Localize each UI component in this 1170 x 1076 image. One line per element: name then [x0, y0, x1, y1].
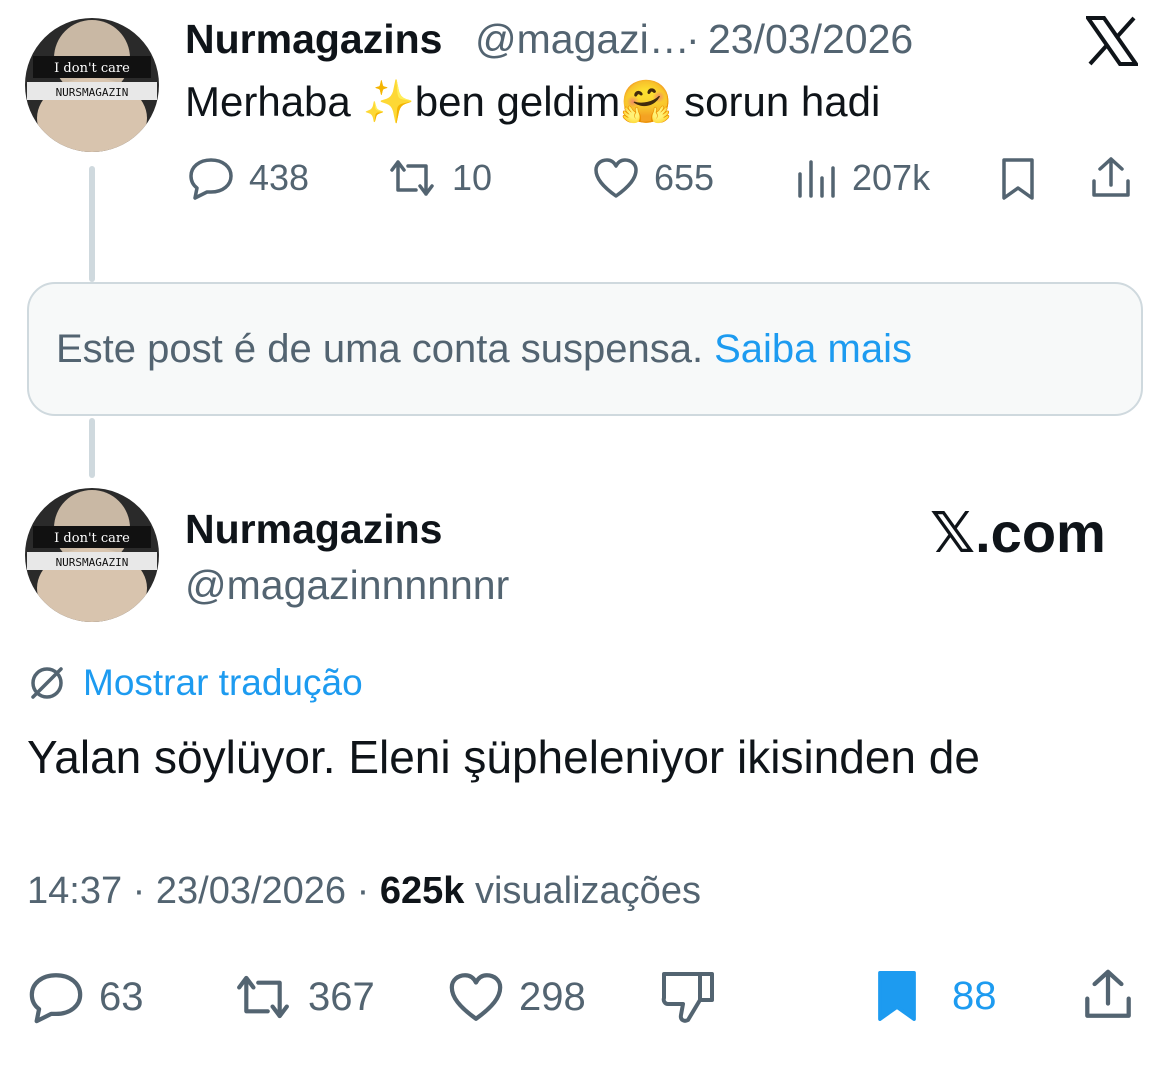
- suspended-text: Este post é de uma conta suspensa.: [56, 326, 704, 371]
- translate-icon: [31, 667, 63, 699]
- author-handle[interactable]: @magazinnnnnnr: [185, 562, 509, 609]
- author-handle[interactable]: @magazi…: [475, 16, 690, 63]
- reply-button[interactable]: 63: [27, 970, 144, 1024]
- learn-more-link[interactable]: Saiba mais: [714, 327, 912, 372]
- show-translation-button[interactable]: Mostrar tradução: [27, 662, 363, 704]
- repost-icon: [237, 975, 289, 1019]
- tweet-text-part: Merhaba: [185, 78, 363, 125]
- like-button[interactable]: 298: [447, 970, 586, 1024]
- thread-connector: [89, 418, 95, 478]
- share-button[interactable]: [1088, 155, 1134, 206]
- separator-dot: ·: [686, 16, 700, 62]
- dislike-icon: [661, 972, 714, 1023]
- post-meta: 14:37 · 23/03/2026 · 625k visualizações: [27, 870, 701, 913]
- tweet-text-part: sorun hadi: [672, 78, 881, 125]
- share-icon: [1092, 157, 1130, 197]
- like-icon: [449, 973, 503, 1021]
- views-button[interactable]: 207k: [796, 156, 930, 200]
- dislike-button[interactable]: [660, 968, 716, 1031]
- like-icon: [594, 158, 638, 198]
- tweet-text-part: ben geldim: [414, 78, 621, 125]
- bookmark-icon: [1002, 158, 1034, 200]
- repost-count: 10: [452, 157, 493, 198]
- post-date[interactable]: 23/03/2026: [156, 870, 346, 912]
- separator-dot: ·: [356, 870, 370, 912]
- post-time[interactable]: 14:37: [27, 870, 122, 912]
- share-icon: [1085, 969, 1131, 1018]
- repost-button[interactable]: 367: [232, 970, 375, 1024]
- avatar-image: I don't care NURSMAGAZIN: [25, 18, 159, 152]
- repost-icon: [390, 160, 434, 196]
- post-date[interactable]: 23/03/2026: [708, 16, 913, 63]
- show-translation-label: Mostrar tradução: [83, 662, 363, 703]
- views-count[interactable]: 625k: [380, 870, 465, 912]
- sparkles-emoji: ✨: [362, 78, 415, 125]
- reply-icon: [189, 158, 233, 200]
- brand-watermark: 𝕏.com: [930, 501, 1106, 564]
- avatar-caption-top: I don't care: [54, 61, 130, 76]
- bookmark-button[interactable]: [998, 156, 1038, 207]
- thread-connector: [89, 166, 95, 282]
- bookmark-count: 88: [952, 973, 997, 1018]
- like-button[interactable]: 655: [592, 156, 714, 200]
- views-count: 207k: [852, 157, 931, 198]
- tweet-text: Yalan söylüyor. Eleni şüpheleniyor ikisi…: [27, 731, 980, 783]
- like-count: 298: [519, 974, 586, 1019]
- views-icon: [798, 160, 835, 198]
- tweet-text: Merhaba ✨ben geldim🤗 sorun hadi: [185, 78, 880, 127]
- share-button[interactable]: [1080, 966, 1136, 1029]
- x-logo-icon[interactable]: [1084, 16, 1140, 66]
- suspended-notice: Este post é de uma conta suspensa. Saiba…: [27, 282, 1143, 416]
- reply-count: 438: [249, 157, 310, 198]
- hug-emoji: 🤗: [620, 78, 673, 125]
- like-count: 655: [654, 157, 715, 198]
- bookmark-button[interactable]: 88: [872, 968, 997, 1024]
- repost-button[interactable]: 10: [386, 156, 492, 200]
- author-name[interactable]: Nurmagazins: [185, 16, 442, 63]
- views-label: visualizações: [474, 870, 701, 912]
- author-name[interactable]: Nurmagazins: [185, 506, 442, 553]
- reply-button[interactable]: 438: [187, 156, 309, 200]
- avatar-caption-bottom: NURSMAGAZIN: [56, 556, 129, 569]
- reply-icon: [29, 973, 83, 1024]
- avatar-caption-top: I don't care: [54, 531, 130, 546]
- avatar[interactable]: I don't care NURSMAGAZIN: [25, 488, 159, 622]
- reply-count: 63: [99, 974, 144, 1019]
- bookmark-icon: [878, 971, 916, 1021]
- avatar-image: I don't care NURSMAGAZIN: [25, 488, 159, 622]
- separator-dot: ·: [132, 870, 146, 912]
- avatar[interactable]: I don't care NURSMAGAZIN: [25, 18, 159, 152]
- repost-count: 367: [308, 974, 375, 1019]
- avatar-caption-bottom: NURSMAGAZIN: [56, 86, 129, 99]
